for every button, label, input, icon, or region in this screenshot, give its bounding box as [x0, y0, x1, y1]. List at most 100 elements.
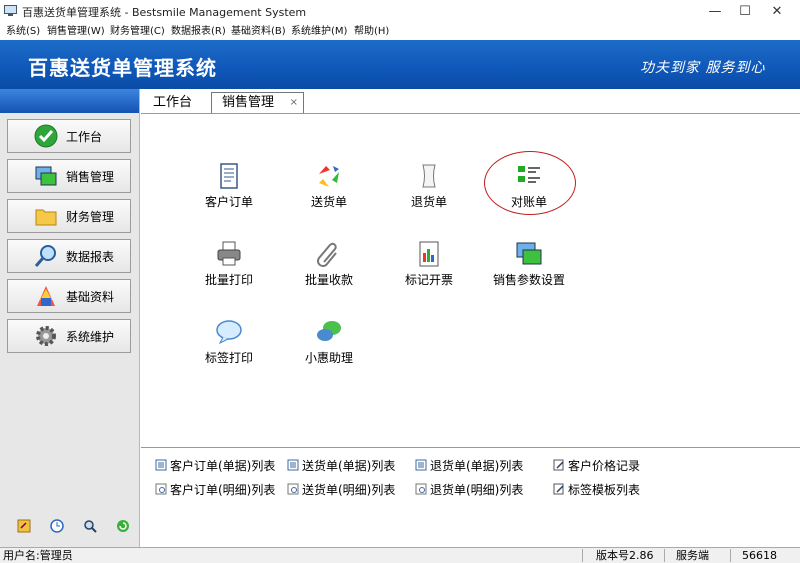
link-label: 送货单(单据)列表 [302, 458, 396, 473]
link-label: 客户价格记录 [568, 458, 641, 473]
sidebar-item-finance[interactable]: 财务管理 [7, 199, 131, 233]
detail-doc-icon [415, 483, 427, 495]
menu-reports[interactable]: 数据报表(R) [171, 24, 226, 40]
recycle-arrows-icon [319, 166, 339, 187]
sidebar-item-reports[interactable]: 数据报表 [7, 239, 131, 273]
close-window-button[interactable]: ✕ [754, 0, 800, 24]
paperclip-icon [317, 242, 337, 267]
tab-sales-management[interactable]: 销售管理 × [211, 92, 304, 113]
menu-system[interactable]: 系统(S) [6, 24, 40, 40]
gear-icon [36, 326, 56, 346]
function-customer-order[interactable]: 客户订单 [184, 162, 274, 222]
magnifier-icon [34, 245, 56, 267]
speech-bubble-icon [216, 320, 242, 345]
function-return-note[interactable]: 退货单 [384, 162, 474, 222]
link-label: 送货单(明细)列表 [302, 482, 396, 497]
status-mode: 服务端 [676, 549, 709, 562]
app-slogan: 功夫到家 服务到心 [640, 60, 766, 76]
menu-finance[interactable]: 财务管理(C) [110, 24, 165, 40]
list-doc-icon [155, 459, 167, 471]
function-label: 标记开票 [404, 273, 453, 287]
detail-doc-icon [287, 483, 299, 495]
sidebar-header [0, 89, 139, 113]
function-label: 小惠助理 [304, 351, 353, 365]
app-banner: 百惠送货单管理系统 功夫到家 服务到心 [0, 40, 800, 89]
status-version: 版本号2.86 [596, 549, 654, 562]
status-separator [664, 549, 665, 562]
edit-doc-icon [553, 459, 564, 471]
function-label: 退货单 [410, 195, 447, 209]
sidebar: 工作台 销售管理 财务管理 数据报表 基础资料 系统维护 [0, 89, 140, 547]
function-label: 标签打印 [204, 351, 253, 365]
sidebar-item-label: 工作台 [66, 129, 103, 144]
status-bar: 用户名:管理员 版本号2.86 服务端 56618 [0, 547, 800, 563]
function-batch-collection[interactable]: 批量收款 [284, 240, 374, 300]
menu-help[interactable]: 帮助(H) [354, 24, 389, 40]
link-return-detail-list[interactable]: 退货单(明细)列表 [415, 480, 523, 498]
link-return-list[interactable]: 退货单(单据)列表 [415, 456, 523, 474]
app-monitor-icon [4, 5, 17, 16]
menu-basic-data[interactable]: 基础资料(B) [231, 24, 286, 40]
link-customer-price-record[interactable]: 客户价格记录 [553, 456, 640, 474]
status-user: 用户名:管理员 [3, 549, 73, 562]
key-icon[interactable] [17, 519, 31, 533]
list-doc-icon [287, 459, 299, 471]
function-label: 送货单 [310, 195, 347, 209]
function-mark-invoiced[interactable]: 标记开票 [384, 240, 474, 300]
link-label: 标签模板列表 [568, 482, 641, 497]
color-chart-icon [37, 286, 55, 306]
menu-bar: 系统(S) 销售管理(W) 财务管理(C) 数据报表(R) 基础资料(B) 系统… [0, 24, 800, 40]
refresh-icon[interactable] [116, 519, 130, 533]
sidebar-item-sales[interactable]: 销售管理 [7, 159, 131, 193]
function-label: 客户订单 [204, 195, 253, 209]
tab-workbench[interactable]: 工作台 [153, 93, 192, 115]
search-icon[interactable] [83, 519, 97, 533]
sidebar-item-label: 销售管理 [66, 169, 115, 184]
menu-sales[interactable]: 销售管理(W) [47, 24, 105, 40]
edit-doc-icon [553, 483, 564, 495]
function-delivery-note[interactable]: 送货单 [284, 162, 374, 222]
scroll-icon [422, 164, 436, 188]
function-label: 批量收款 [304, 273, 353, 287]
link-delivery-list[interactable]: 送货单(单据)列表 [287, 456, 395, 474]
function-label: 批量打印 [204, 273, 253, 287]
function-label-print[interactable]: 标签打印 [184, 318, 274, 378]
link-label-template-list[interactable]: 标签模板列表 [553, 480, 640, 498]
window-title: 百惠送货单管理系统 - Bestsmile Management System [22, 6, 307, 19]
function-batch-print[interactable]: 批量打印 [184, 240, 274, 300]
link-delivery-detail-list[interactable]: 送货单(明细)列表 [287, 480, 395, 498]
link-label: 客户订单(单据)列表 [170, 458, 276, 473]
highlight-circle [484, 151, 576, 215]
tab-bar: 工作台 销售管理 × [141, 89, 800, 113]
link-label: 退货单(单据)列表 [430, 458, 524, 473]
sidebar-item-label: 财务管理 [66, 209, 115, 224]
order-form-icon [220, 163, 238, 189]
sidebar-item-label: 系统维护 [66, 329, 115, 344]
printer-icon [217, 241, 241, 266]
window-stack-icon [516, 242, 542, 265]
title-bar: 百惠送货单管理系统 - Bestsmile Management System … [0, 0, 800, 24]
function-assistant[interactable]: 小惠助理 [284, 318, 374, 378]
app-title: 百惠送货单管理系统 [28, 56, 217, 80]
clock-icon[interactable] [50, 519, 64, 533]
sidebar-item-label: 基础资料 [66, 289, 115, 304]
chat-bubbles-icon [317, 321, 341, 341]
link-customer-order-list[interactable]: 客户订单(单据)列表 [155, 456, 275, 474]
menu-maintenance[interactable]: 系统维护(M) [291, 24, 347, 40]
function-label: 销售参数设置 [492, 273, 565, 287]
check-circle-icon [34, 124, 58, 148]
link-label: 退货单(明细)列表 [430, 482, 524, 497]
sidebar-item-workbench[interactable]: 工作台 [7, 119, 131, 153]
link-customer-order-detail-list[interactable]: 客户订单(明细)列表 [155, 480, 275, 498]
status-separator [730, 549, 731, 562]
sidebar-item-maintenance[interactable]: 系统维护 [7, 319, 131, 353]
detail-doc-icon [155, 483, 167, 495]
function-sales-settings[interactable]: 销售参数设置 [484, 240, 574, 300]
status-code: 56618 [742, 549, 777, 562]
sidebar-item-basic-data[interactable]: 基础资料 [7, 279, 131, 313]
list-doc-icon [415, 459, 427, 471]
close-tab-icon[interactable]: × [290, 93, 298, 113]
tab-label: 销售管理 [222, 95, 275, 110]
invoice-chart-icon [419, 241, 439, 267]
window-stack-icon [35, 166, 57, 186]
